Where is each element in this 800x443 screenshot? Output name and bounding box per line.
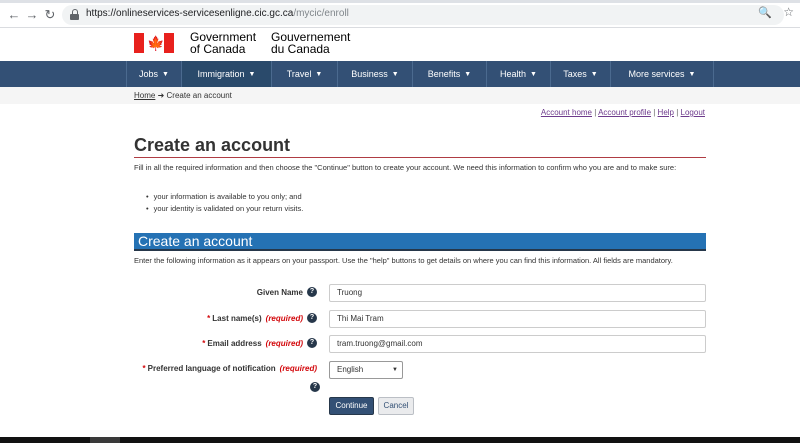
instructions-text: Enter the following information as it ap…: [134, 256, 673, 265]
page-title: Create an account: [134, 135, 291, 155]
email-label: * Email address (required) ?: [202, 338, 317, 348]
chevron-down-icon: ▼: [590, 70, 598, 78]
last-name-input[interactable]: Thi Mai Tram: [329, 310, 706, 328]
logout-link[interactable]: Logout: [681, 108, 705, 117]
signature-en-line2: of Canada: [190, 42, 246, 56]
account-links: Account home | Account profile | Help | …: [540, 108, 705, 117]
menu-item-business[interactable]: Business ▼: [337, 61, 412, 87]
given-name-row: Given Name ? Truong: [134, 284, 706, 302]
menu-item-travel[interactable]: Travel ▼: [271, 61, 337, 87]
tab-strip: [0, 0, 800, 3]
given-name-label: Given Name ?: [257, 287, 317, 297]
required-marker: (required): [265, 313, 303, 323]
os-taskbar: [0, 437, 800, 443]
chevron-down-icon: ▼: [315, 70, 323, 78]
main-menu: Jobs ▼ Immigration ▼ Travel ▼ Business ▼ Ben…: [0, 61, 800, 87]
language-select[interactable]: English ▼: [329, 361, 403, 379]
menu-item-taxes[interactable]: Taxes ▼: [550, 61, 610, 87]
star-icon[interactable]: ☆: [783, 5, 794, 19]
required-asterisk: *: [142, 364, 146, 373]
browser-toolbar: ← → ↻ https://onlineservices-servicesenl…: [0, 0, 800, 28]
intro-text: Fill in all the required information and…: [134, 163, 677, 172]
back-icon[interactable]: ←: [6, 7, 22, 23]
required-marker: (required): [279, 364, 317, 373]
gc-header: 🍁 Government of Canada Gouvernement du C…: [0, 28, 800, 60]
help-icon[interactable]: ?: [307, 338, 317, 348]
required-asterisk: *: [202, 338, 206, 348]
zoom-icon[interactable]: 🔍: [758, 6, 772, 19]
title-divider: [134, 157, 706, 158]
breadcrumb-home-link[interactable]: Home: [134, 91, 155, 100]
address-bar[interactable]: https://onlineservices-servicesenligne.c…: [62, 5, 784, 25]
reload-icon[interactable]: ↻: [42, 7, 58, 23]
bullet-item: your identity is validated on your retur…: [146, 203, 304, 215]
required-asterisk: *: [207, 313, 211, 323]
language-row: * Preferred language of notification (re…: [134, 361, 706, 392]
intro-bullets: your information is available to you onl…: [146, 191, 304, 215]
chevron-down-icon: ▼: [688, 70, 696, 78]
chevron-down-icon: ▼: [530, 70, 537, 78]
breadcrumb-current: Create an account: [166, 91, 232, 100]
menu-item-benefits[interactable]: Benefits ▼: [412, 61, 486, 87]
menu-item-health[interactable]: Health ▼: [486, 61, 550, 87]
url-host: https://onlineservices-servicesenligne.c…: [86, 8, 294, 19]
chevron-down-icon: ▼: [162, 70, 169, 78]
section-divider: [134, 249, 706, 251]
required-marker: (required): [265, 338, 303, 348]
continue-button[interactable]: Continue: [329, 397, 374, 415]
signature-fr-line2: du Canada: [271, 42, 330, 56]
canada-flag-logo[interactable]: 🍁: [134, 33, 174, 53]
account-home-link[interactable]: Account home: [541, 108, 592, 117]
last-name-row: * Last name(s) (required) ? Thi Mai Tram: [134, 310, 706, 328]
breadcrumb-bar: Home ➜ Create an account: [0, 87, 800, 104]
chevron-down-icon: ▼: [391, 70, 399, 78]
forward-icon[interactable]: →: [24, 7, 40, 23]
language-label: * Preferred language of notification (re…: [142, 364, 317, 373]
email-input[interactable]: tram.truong@gmail.com: [329, 335, 706, 353]
url-path: /mycic/enroll: [293, 8, 349, 19]
bullet-item: your information is available to you onl…: [146, 191, 303, 203]
menu-item-jobs[interactable]: Jobs ▼: [126, 61, 181, 87]
breadcrumb-arrow-icon: ➜: [157, 91, 165, 100]
help-link[interactable]: Help: [658, 108, 674, 117]
help-icon[interactable]: ?: [310, 382, 320, 392]
dropdown-arrow-icon: ▼: [392, 367, 398, 373]
chevron-down-icon: ▼: [248, 70, 256, 78]
help-icon[interactable]: ?: [307, 313, 317, 323]
given-name-input[interactable]: Truong: [329, 284, 706, 302]
maple-leaf-icon: 🍁: [147, 35, 165, 51]
signature-english[interactable]: Government of Canada: [190, 31, 256, 55]
last-name-label: * Last name(s) (required) ?: [207, 313, 317, 323]
cancel-button[interactable]: Cancel: [378, 397, 414, 415]
lock-icon[interactable]: [70, 9, 79, 20]
help-icon[interactable]: ?: [307, 287, 317, 297]
section-heading: Create an account: [134, 233, 706, 249]
menu-item-more-services[interactable]: More services ▼: [610, 61, 714, 87]
breadcrumb: Home ➜ Create an account: [134, 91, 232, 100]
url-text[interactable]: https://onlineservices-servicesenligne.c…: [86, 8, 349, 19]
account-profile-link[interactable]: Account profile: [598, 108, 651, 117]
signature-french[interactable]: Gouvernement du Canada: [271, 31, 350, 55]
chevron-down-icon: ▼: [464, 70, 472, 78]
email-row: * Email address (required) ? tram.truong…: [134, 335, 706, 353]
menu-item-immigration[interactable]: Immigration ▼: [181, 61, 271, 87]
